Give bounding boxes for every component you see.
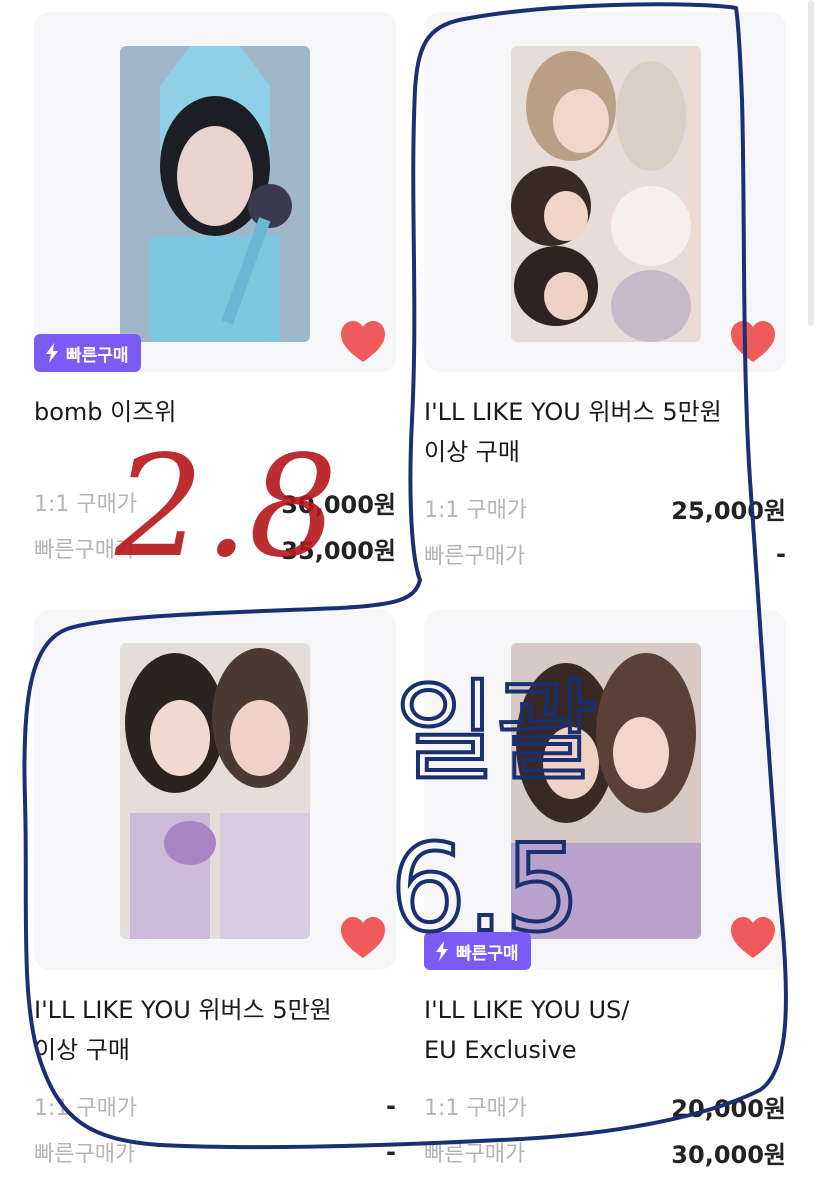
heart-icon[interactable]	[339, 916, 387, 960]
product-title[interactable]: I'LL LIKE YOU 위버스 5만원 이상 구매	[34, 990, 384, 1070]
price-label: 1:1 구매가	[34, 492, 138, 517]
price-label: 1:1 구매가	[34, 1096, 138, 1121]
product-title-line: I'LL LIKE YOU 위버스 5만원	[424, 398, 722, 426]
price-label: 빠른구매가	[424, 544, 526, 569]
price-value: 30,000원	[281, 490, 396, 519]
price-row-1to1: 1:1 구매가 20,000원	[424, 1086, 786, 1126]
product-title[interactable]: I'LL LIKE YOU US/ EU Exclusive	[424, 990, 774, 1070]
scrollbar[interactable]	[808, 0, 814, 326]
price-value: 35,000원	[281, 536, 396, 565]
quick-buy-badge: 빠른구매	[34, 334, 141, 372]
photocard-image	[511, 46, 701, 342]
price-row-1to1: 1:1 구매가 -	[34, 1086, 396, 1126]
price-value: -	[386, 1138, 396, 1166]
price-value: 30,000원	[671, 1140, 786, 1169]
price-row-1to1: 1:1 구매가 30,000원	[34, 482, 396, 522]
price-row-quick: 빠른구매가 -	[34, 1132, 396, 1172]
heart-icon[interactable]	[729, 916, 777, 960]
price-label: 빠른구매가	[424, 1142, 526, 1167]
product-title[interactable]: bomb 이즈위	[34, 392, 384, 432]
heart-icon[interactable]	[339, 320, 387, 364]
price-label: 1:1 구매가	[424, 1096, 528, 1121]
price-row-1to1: 1:1 구매가 25,000원	[424, 488, 786, 528]
product-title-line: I'LL LIKE YOU 위버스 5만원	[34, 996, 332, 1024]
photocard-image	[120, 643, 310, 939]
badge-label: 빠른구매	[456, 943, 519, 964]
price-value: -	[386, 1092, 396, 1120]
price-label: 빠른구매가	[34, 1142, 136, 1167]
photocard-image	[120, 46, 310, 342]
price-row-quick: 빠른구매가 35,000원	[34, 528, 396, 568]
price-row-quick: 빠른구매가 -	[424, 534, 786, 574]
price-label: 1:1 구매가	[424, 498, 528, 523]
product-title-line: bomb 이즈위	[34, 398, 177, 426]
product-title[interactable]: I'LL LIKE YOU 위버스 5만원 이상 구매	[424, 392, 774, 472]
product-title-line: 이상 구매	[424, 438, 520, 466]
quick-buy-badge: 빠른구매	[424, 932, 531, 970]
price-value: 20,000원	[671, 1094, 786, 1123]
price-label: 빠른구매가	[34, 538, 136, 563]
badge-label: 빠른구매	[66, 345, 129, 366]
product-title-line: 이상 구매	[34, 1036, 130, 1064]
heart-icon[interactable]	[729, 320, 777, 364]
product-title-line: EU Exclusive	[424, 1036, 577, 1064]
price-value: 25,000원	[671, 496, 786, 525]
lightning-icon	[436, 941, 448, 961]
price-row-quick: 빠른구매가 30,000원	[424, 1132, 786, 1172]
lightning-icon	[46, 343, 58, 363]
price-value: -	[776, 540, 786, 568]
product-title-line: I'LL LIKE YOU US/	[424, 996, 630, 1024]
photocard-image	[511, 643, 701, 939]
